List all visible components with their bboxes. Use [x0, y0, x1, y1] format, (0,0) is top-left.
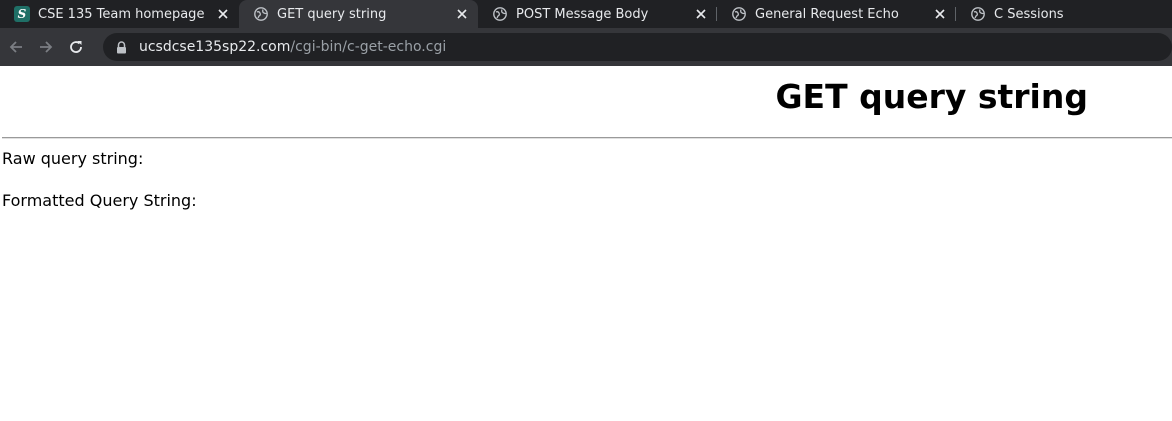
- address-bar[interactable]: ucsdcse135sp22.com/cgi-bin/c-get-echo.cg…: [102, 33, 1172, 61]
- globe-icon: [731, 6, 747, 22]
- globe-icon: [970, 6, 986, 22]
- close-icon[interactable]: [691, 4, 711, 24]
- reload-icon: [70, 41, 82, 53]
- globe-icon: [253, 6, 269, 22]
- divider: [2, 137, 1172, 139]
- tab-title: CSE 135 Team homepage: [38, 6, 205, 22]
- reload-button[interactable]: [63, 34, 89, 60]
- close-icon[interactable]: [452, 4, 472, 24]
- browser-toolbar: ucsdcse135sp22.com/cgi-bin/c-get-echo.cg…: [0, 28, 1172, 66]
- tab-c-sessions[interactable]: C Sessions: [956, 0, 1172, 28]
- back-button[interactable]: [3, 34, 29, 60]
- favicon-letter: S: [14, 6, 30, 22]
- url-host: ucsdcse135sp22.com: [138, 39, 291, 55]
- page-title: GET query string: [775, 77, 1088, 116]
- url-path: /cgi-bin/c-get-echo.cgi: [290, 39, 447, 55]
- tab-strip: S CSE 135 Team homepage GET query string…: [0, 0, 1172, 28]
- site-favicon-icon: S: [14, 6, 30, 22]
- tab-get-query-string[interactable]: GET query string: [239, 0, 478, 28]
- tab-cse135-homepage[interactable]: S CSE 135 Team homepage: [0, 0, 239, 28]
- formatted-query-label: Formatted Query String:: [2, 191, 197, 210]
- lock-icon[interactable]: [115, 40, 129, 54]
- raw-query-label: Raw query string:: [2, 149, 144, 168]
- globe-icon: [492, 6, 508, 22]
- page-content: GET query string Raw query string: Forma…: [0, 66, 1172, 421]
- tab-title: General Request Echo: [755, 6, 899, 22]
- tab-title: C Sessions: [994, 6, 1064, 22]
- tab-title: GET query string: [277, 6, 387, 22]
- tab-general-request-echo[interactable]: General Request Echo: [717, 0, 956, 28]
- close-icon[interactable]: [213, 4, 233, 24]
- tab-title: POST Message Body: [516, 6, 649, 22]
- tab-post-message-body[interactable]: POST Message Body: [478, 0, 717, 28]
- close-icon[interactable]: [930, 4, 950, 24]
- arrow-right-icon: [39, 41, 53, 53]
- forward-button[interactable]: [33, 34, 59, 60]
- arrow-left-icon: [9, 41, 22, 53]
